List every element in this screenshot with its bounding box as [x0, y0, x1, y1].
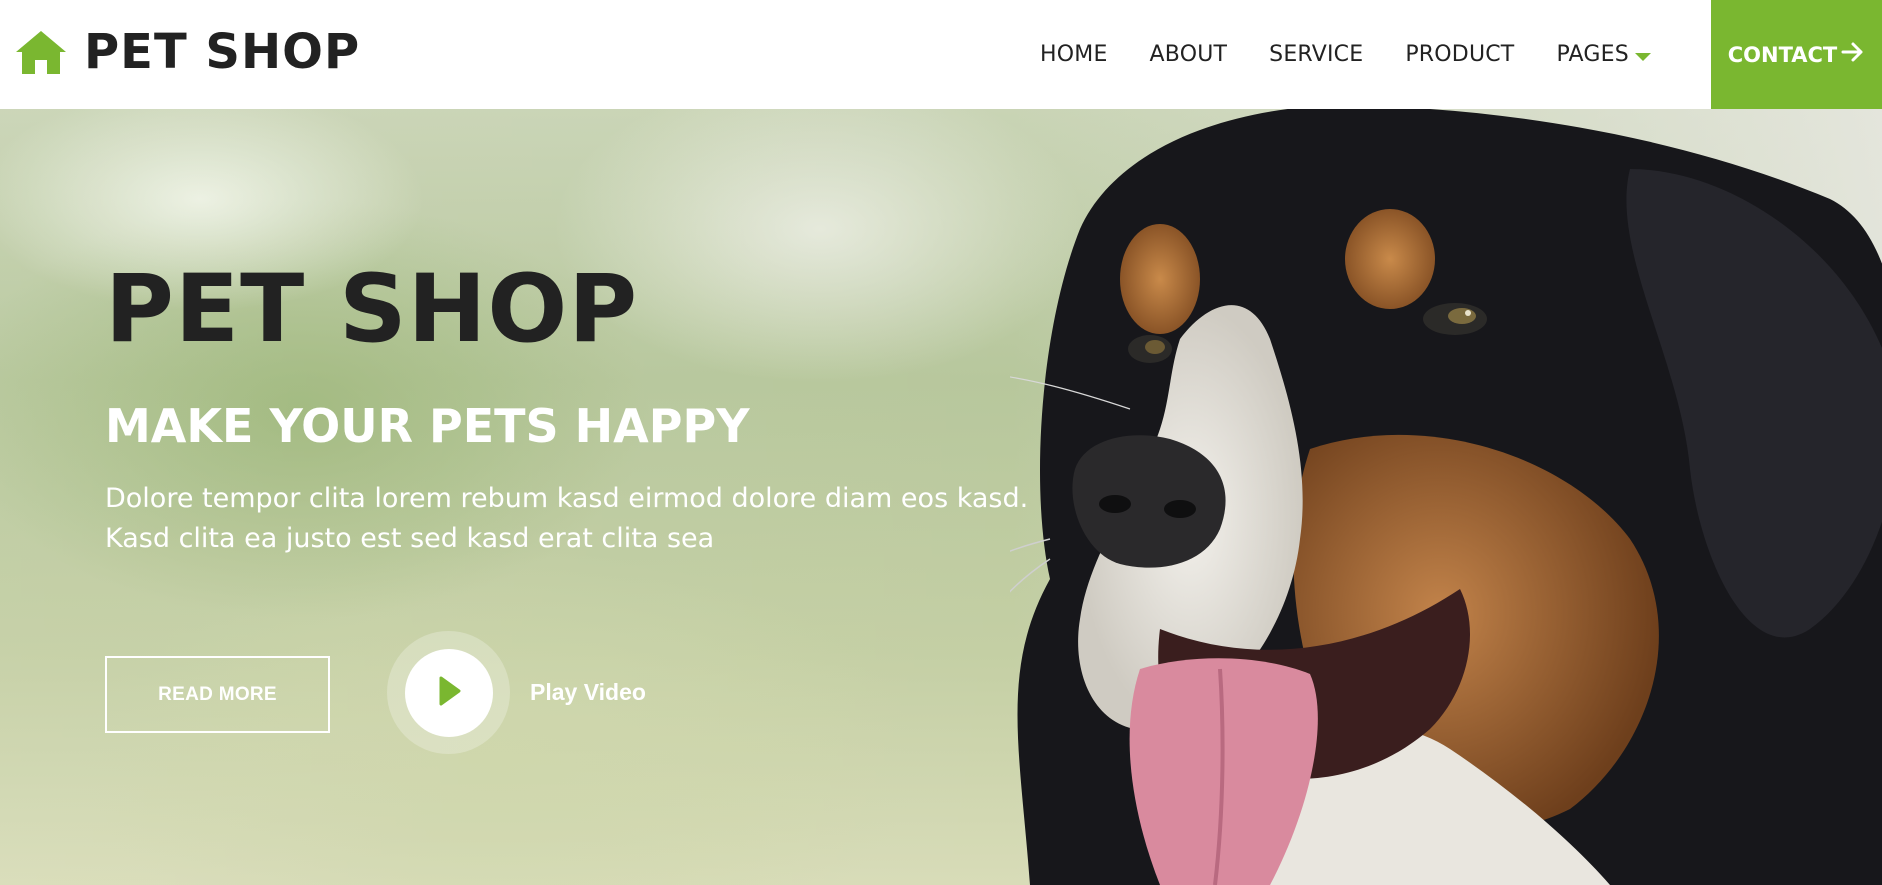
brand-name: PET SHOP	[84, 24, 361, 80]
play-video-button[interactable]	[387, 631, 510, 754]
hero-section: PET SHOP MAKE YOUR PETS HAPPY Dolore tem…	[0, 109, 1882, 885]
hero-title: PET SHOP	[105, 255, 639, 364]
home-icon	[14, 28, 68, 76]
play-button-circle	[404, 648, 493, 737]
play-icon	[436, 675, 462, 711]
play-video-label[interactable]: Play Video	[530, 679, 646, 706]
hero-subtitle: MAKE YOUR PETS HAPPY	[105, 399, 750, 453]
navbar: PET SHOP HOME ABOUT SERVICE PRODUCT PAGE…	[0, 0, 1882, 109]
hero-description-line: Kasd clita ea justo est sed kasd erat cl…	[105, 523, 715, 554]
hero-description-line: Dolore tempor clita lorem rebum kasd eir…	[105, 483, 1029, 514]
arrow-right-icon	[1841, 41, 1865, 68]
main-nav: HOME ABOUT SERVICE PRODUCT PAGES	[1040, 0, 1651, 109]
contact-label: CONTACT	[1727, 42, 1838, 67]
read-more-button[interactable]: READ MORE	[105, 656, 330, 733]
contact-button[interactable]: CONTACT	[1711, 0, 1882, 109]
nav-service[interactable]: SERVICE	[1269, 42, 1363, 67]
nav-pages-dropdown[interactable]: PAGES	[1556, 42, 1651, 67]
dog-image	[1010, 109, 1882, 885]
nav-product[interactable]: PRODUCT	[1405, 42, 1514, 67]
nav-pages-label: PAGES	[1556, 42, 1629, 67]
nav-home[interactable]: HOME	[1040, 42, 1108, 67]
hero-description: Dolore tempor clita lorem rebum kasd eir…	[105, 479, 1065, 559]
brand-logo-link[interactable]: PET SHOP	[14, 22, 360, 82]
caret-down-icon	[1634, 52, 1651, 61]
nav-about[interactable]: ABOUT	[1150, 42, 1228, 67]
